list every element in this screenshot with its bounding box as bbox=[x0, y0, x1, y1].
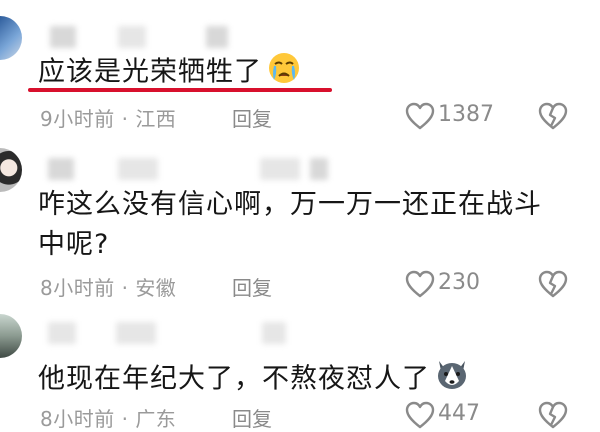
username-blurred bbox=[262, 322, 286, 344]
comment-text-line: 咋这么没有信心啊，万一万一还正在战斗 bbox=[38, 189, 542, 220]
username-blurred bbox=[116, 322, 156, 344]
husky-dog-face-icon bbox=[434, 357, 470, 403]
comment-text: 他现在年纪大了，不熬夜怼人了 bbox=[38, 357, 470, 403]
comment-location: 江西 bbox=[135, 107, 177, 131]
comment-time: 9小时前 bbox=[40, 107, 115, 131]
comment-location: 广东 bbox=[135, 407, 177, 431]
reply-button[interactable]: 回复 bbox=[232, 103, 272, 132]
highlight-underline bbox=[28, 88, 332, 92]
comment-time: 8小时前 bbox=[40, 276, 115, 300]
username-blurred[interactable] bbox=[48, 158, 74, 180]
comment-meta: 8小时前 · 安徽 bbox=[40, 272, 176, 301]
heart-icon[interactable] bbox=[405, 270, 435, 298]
username-blurred bbox=[260, 158, 300, 180]
username-blurred[interactable] bbox=[48, 322, 76, 344]
comment-text-content: 应该是光荣牺牲了 bbox=[38, 56, 262, 88]
avatar[interactable] bbox=[0, 314, 22, 358]
reply-button[interactable]: 回复 bbox=[232, 403, 272, 432]
like-count: 230 bbox=[438, 270, 480, 295]
username-blurred bbox=[206, 26, 228, 48]
username-blurred[interactable] bbox=[50, 26, 76, 48]
comment-text-line: 中呢? bbox=[38, 229, 110, 260]
comment-time: 8小时前 bbox=[40, 407, 115, 431]
broken-heart-icon[interactable] bbox=[538, 270, 568, 298]
meta-separator: · bbox=[121, 407, 129, 431]
comment-text: 咋这么没有信心啊，万一万一还正在战斗 中呢? bbox=[38, 185, 542, 265]
reply-button[interactable]: 回复 bbox=[232, 272, 272, 301]
comment-text-content: 他现在年纪大了，不熬夜怼人了 bbox=[38, 363, 430, 395]
comment-location: 安徽 bbox=[135, 276, 177, 300]
meta-separator: · bbox=[121, 107, 129, 131]
username-blurred bbox=[310, 158, 328, 180]
broken-heart-icon[interactable] bbox=[538, 102, 568, 130]
meta-separator: · bbox=[121, 276, 129, 300]
comment-meta: 9小时前 · 江西 bbox=[40, 103, 176, 132]
like-count: 1387 bbox=[438, 102, 494, 127]
username-blurred bbox=[118, 26, 146, 48]
comment-meta: 8小时前 · 广东 bbox=[40, 403, 176, 432]
avatar[interactable] bbox=[0, 16, 22, 60]
like-count: 447 bbox=[438, 401, 480, 426]
username-blurred bbox=[118, 158, 158, 180]
avatar[interactable] bbox=[0, 148, 22, 192]
heart-icon[interactable] bbox=[405, 102, 435, 130]
